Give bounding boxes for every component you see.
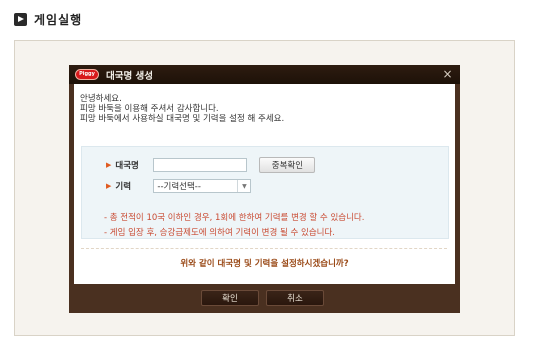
logo-text: Piggy bbox=[79, 71, 95, 77]
form-box: ▶ 대국명 중복확인 ▶ 기력 --기력선택-- ▼ - 총 전적이 10국 이… bbox=[81, 146, 449, 239]
intro-text: 안녕하세요. 피망 바둑을 이용해 주셔서 감사합니다. 피망 바둑에서 사용하… bbox=[80, 94, 284, 124]
note-line: - 게임 입장 후, 승강급제도에 의하여 기력이 변경 될 수 있습니다. bbox=[104, 228, 335, 238]
intro-line: 안녕하세요. bbox=[80, 94, 122, 104]
level-select[interactable]: --기력선택-- ▼ bbox=[153, 179, 252, 193]
create-name-dialog: Piggy 대국명 생성 × 안녕하세요. 피망 바둑을 이용해 주셔서 감사합… bbox=[69, 65, 460, 313]
ok-button[interactable]: 확인 bbox=[201, 290, 259, 306]
name-input[interactable] bbox=[153, 158, 248, 172]
notes: - 총 전적이 10국 이하인 경우, 1회에 한하여 기력를 변경 할 수 있… bbox=[104, 211, 364, 241]
page-title: 게임실행 bbox=[34, 12, 83, 27]
cancel-button[interactable]: 취소 bbox=[266, 290, 324, 306]
close-icon[interactable]: × bbox=[441, 68, 454, 81]
bullet-icon: ▶ bbox=[106, 182, 112, 190]
bullet-icon: ▶ bbox=[106, 161, 112, 169]
dialog-footer: 확인 취소 bbox=[69, 284, 460, 313]
name-label: 대국명 bbox=[115, 161, 139, 171]
play-icon bbox=[14, 12, 27, 26]
confirm-question: 위와 같이 대국명 및 기력을 설정하시겠습니까? bbox=[180, 259, 349, 269]
level-select-value: --기력선택-- bbox=[157, 182, 201, 192]
page-header: 게임실행 bbox=[14, 11, 82, 27]
dialog-title: 대국명 생성 bbox=[106, 71, 154, 82]
level-label: 기력 bbox=[115, 182, 132, 192]
pmang-logo-icon: Piggy bbox=[75, 69, 99, 80]
dialog-titlebar: Piggy 대국명 생성 × bbox=[69, 65, 460, 84]
level-row: ▶ 기력 --기력선택-- ▼ bbox=[106, 179, 252, 193]
dialog-content: 안녕하세요. 피망 바둑을 이용해 주셔서 감사합니다. 피망 바둑에서 사용하… bbox=[74, 84, 455, 284]
intro-line: 피망 바둑을 이용해 주셔서 감사합니다. bbox=[80, 104, 219, 114]
note-line: - 총 전적이 10국 이하인 경우, 1회에 한하여 기력를 변경 할 수 있… bbox=[104, 213, 365, 223]
name-row: ▶ 대국명 중복확인 bbox=[106, 157, 316, 173]
chevron-down-icon[interactable]: ▼ bbox=[237, 180, 250, 192]
divider bbox=[81, 248, 447, 249]
duplicate-check-button[interactable]: 중복확인 bbox=[259, 157, 316, 173]
intro-line: 피망 바둑에서 사용하실 대국명 및 기력을 설정 해 주세요. bbox=[80, 114, 285, 124]
